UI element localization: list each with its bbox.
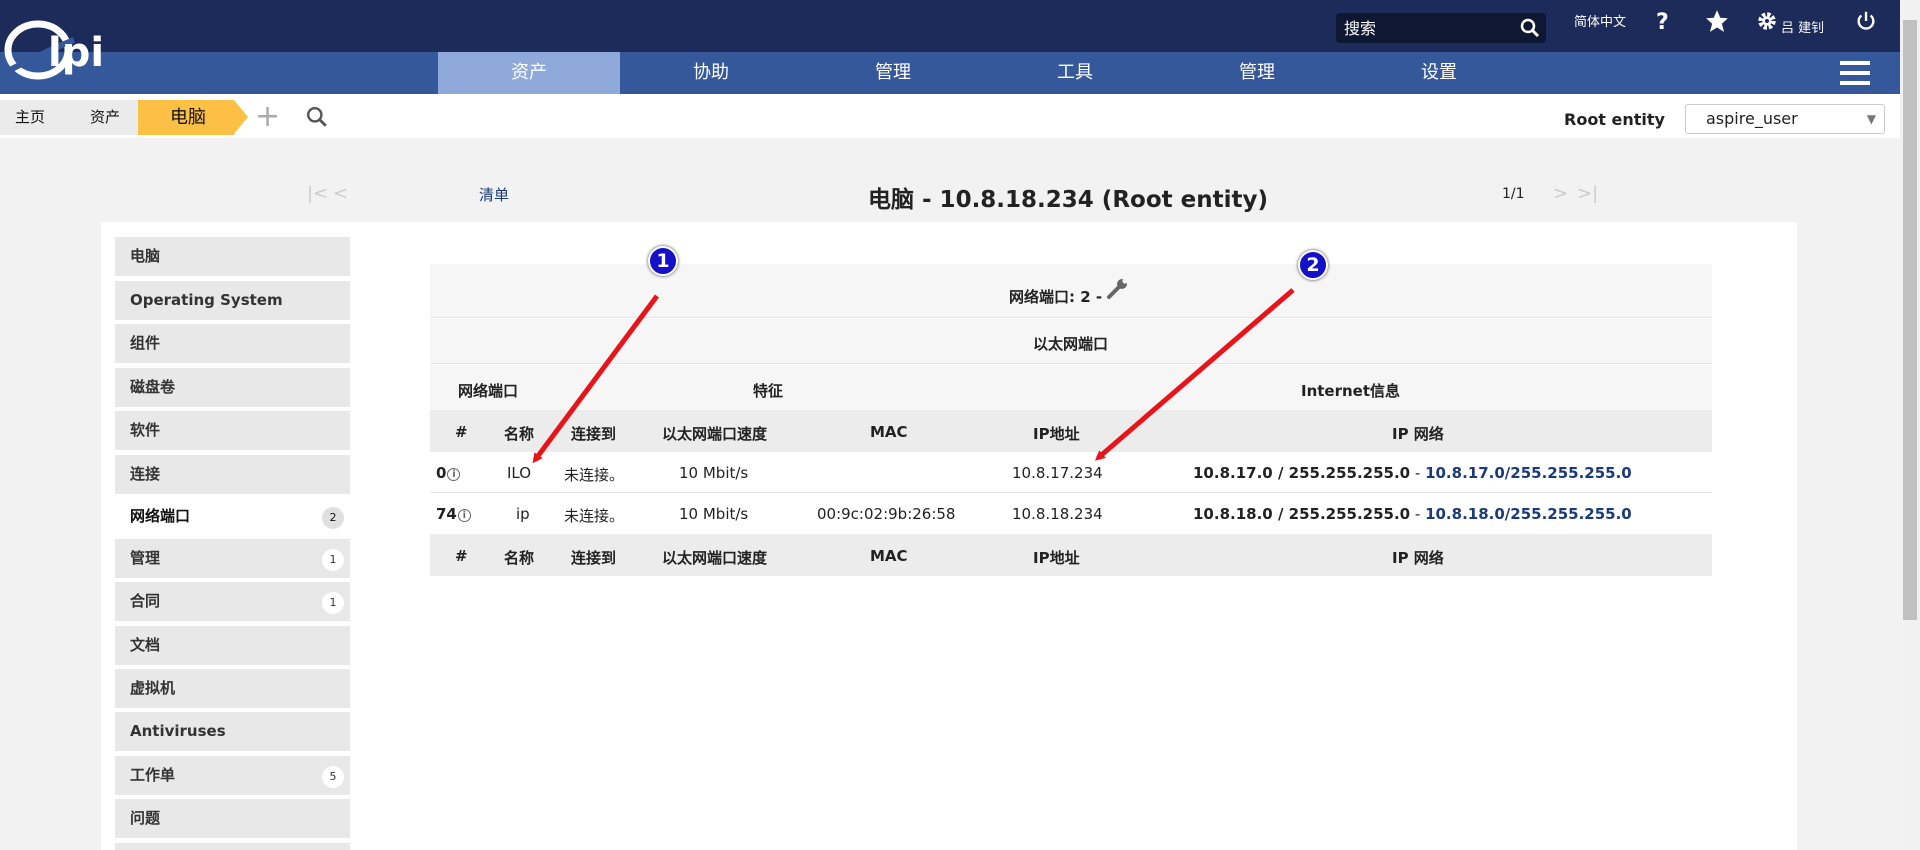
annotation-arrows: [532, 288, 1295, 464]
annotation-arrow-2: [1094, 288, 1295, 461]
annotation-marker-1: 1: [648, 246, 678, 276]
annotation-marker-2: 2: [1298, 250, 1328, 280]
annotation-arrow-1: [532, 294, 660, 464]
scrollbar-thumb[interactable]: [1903, 20, 1917, 620]
